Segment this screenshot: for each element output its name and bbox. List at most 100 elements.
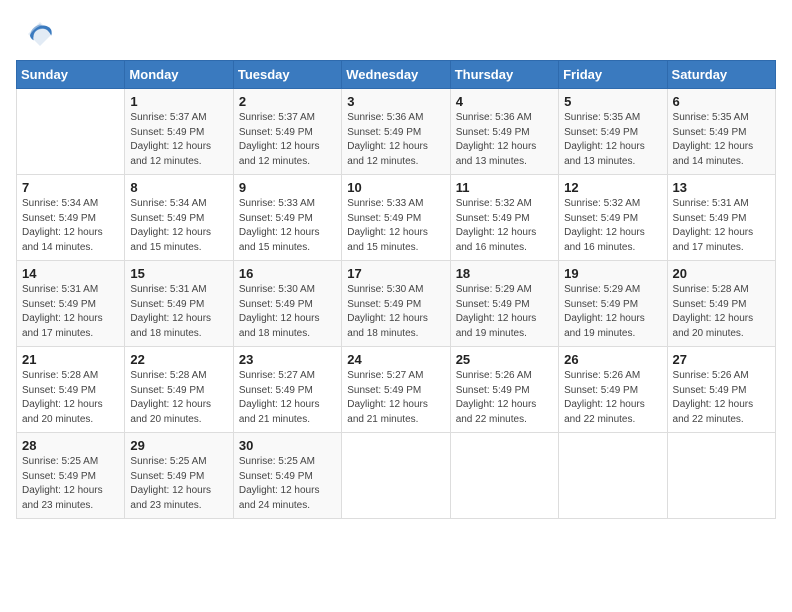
day-info: Sunrise: 5:25 AM Sunset: 5:49 PM Dayligh…: [239, 455, 336, 513]
day-number: 14: [22, 266, 119, 281]
logo-icon: [24, 18, 56, 50]
day-number: 9: [239, 180, 336, 195]
day-number: 3: [347, 94, 444, 109]
day-info: Sunrise: 5:33 AM Sunset: 5:49 PM Dayligh…: [239, 197, 336, 255]
calendar-cell: 22 Sunrise: 5:28 AM Sunset: 5:49 PM Dayli…: [125, 347, 233, 433]
calendar-week-1: 1 Sunrise: 5:37 AM Sunset: 5:49 PM Daylig…: [17, 89, 776, 175]
day-info: Sunrise: 5:28 AM Sunset: 5:49 PM Dayligh…: [673, 283, 770, 341]
day-header-saturday: Saturday: [667, 61, 775, 89]
day-info: Sunrise: 5:34 AM Sunset: 5:49 PM Dayligh…: [22, 197, 119, 255]
day-number: 15: [130, 266, 227, 281]
day-info: Sunrise: 5:26 AM Sunset: 5:49 PM Dayligh…: [673, 369, 770, 427]
day-number: 30: [239, 438, 336, 453]
calendar-cell: 9 Sunrise: 5:33 AM Sunset: 5:49 PM Daylig…: [233, 175, 341, 261]
calendar-cell: [342, 433, 450, 519]
day-info: Sunrise: 5:28 AM Sunset: 5:49 PM Dayligh…: [130, 369, 227, 427]
day-info: Sunrise: 5:32 AM Sunset: 5:49 PM Dayligh…: [564, 197, 661, 255]
day-info: Sunrise: 5:35 AM Sunset: 5:49 PM Dayligh…: [564, 111, 661, 169]
day-header-wednesday: Wednesday: [342, 61, 450, 89]
calendar-cell: 25Sunrise: 5:26 AM Sunset: 5:49 PM Dayli…: [450, 347, 558, 433]
day-info: Sunrise: 5:36 AM Sunset: 5:49 PM Dayligh…: [347, 111, 444, 169]
calendar-cell: 14 Sunrise: 5:31 AM Sunset: 5:49 PM Dayli…: [17, 261, 125, 347]
day-info: Sunrise: 5:31 AM Sunset: 5:49 PM Dayligh…: [130, 283, 227, 341]
day-info: Sunrise: 5:31 AM Sunset: 5:49 PM Dayligh…: [22, 283, 119, 341]
day-info: Sunrise: 5:31 AM Sunset: 5:49 PM Dayligh…: [673, 197, 770, 255]
calendar-cell: 1 Sunrise: 5:37 AM Sunset: 5:49 PM Daylig…: [125, 89, 233, 175]
day-info: Sunrise: 5:37 AM Sunset: 5:49 PM Dayligh…: [239, 111, 336, 169]
calendar-cell: [17, 89, 125, 175]
calendar-cell: 30 Sunrise: 5:25 AM Sunset: 5:49 PM Dayli…: [233, 433, 341, 519]
day-info: Sunrise: 5:37 AM Sunset: 5:49 PM Dayligh…: [130, 111, 227, 169]
calendar-cell: 6 Sunrise: 5:35 AM Sunset: 5:49 PM Daylig…: [667, 89, 775, 175]
calendar-cell: 23 Sunrise: 5:27 AM Sunset: 5:49 PM Dayli…: [233, 347, 341, 433]
calendar-cell: 24 Sunrise: 5:27 AM Sunset: 5:49 PM Dayli…: [342, 347, 450, 433]
calendar-cell: 2 Sunrise: 5:37 AM Sunset: 5:49 PM Daylig…: [233, 89, 341, 175]
day-number: 6: [673, 94, 770, 109]
day-number: 11: [456, 180, 553, 195]
day-number: 13: [673, 180, 770, 195]
calendar-cell: 12 Sunrise: 5:32 AM Sunset: 5:49 PM Dayli…: [559, 175, 667, 261]
day-number: 29: [130, 438, 227, 453]
calendar-cell: 15 Sunrise: 5:31 AM Sunset: 5:49 PM Dayli…: [125, 261, 233, 347]
day-number: 17: [347, 266, 444, 281]
calendar-week-5: 28 Sunrise: 5:25 AM Sunset: 5:49 PM Dayli…: [17, 433, 776, 519]
calendar-cell: 27 Sunrise: 5:26 AM Sunset: 5:49 PM Dayli…: [667, 347, 775, 433]
calendar-cell: 19 Sunrise: 5:29 AM Sunset: 5:49 PM Dayli…: [559, 261, 667, 347]
day-info: Sunrise: 5:32 AM Sunset: 5:49 PM Dayligh…: [456, 197, 553, 255]
day-info: Sunrise: 5:25 AM Sunset: 5:49 PM Dayligh…: [22, 455, 119, 513]
day-number: 26: [564, 352, 661, 367]
day-number: 25: [456, 352, 553, 367]
day-number: 28: [22, 438, 119, 453]
calendar-week-3: 14 Sunrise: 5:31 AM Sunset: 5:49 PM Dayli…: [17, 261, 776, 347]
day-number: 12: [564, 180, 661, 195]
day-number: 22: [130, 352, 227, 367]
calendar-cell: 10Sunrise: 5:33 AM Sunset: 5:49 PM Dayli…: [342, 175, 450, 261]
calendar-cell: 7Sunrise: 5:34 AM Sunset: 5:49 PM Daylig…: [17, 175, 125, 261]
calendar-week-2: 7Sunrise: 5:34 AM Sunset: 5:49 PM Daylig…: [17, 175, 776, 261]
calendar-table: SundayMondayTuesdayWednesdayThursdayFrid…: [16, 60, 776, 519]
day-header-friday: Friday: [559, 61, 667, 89]
day-number: 1: [130, 94, 227, 109]
calendar-cell: [559, 433, 667, 519]
day-number: 20: [673, 266, 770, 281]
day-info: Sunrise: 5:29 AM Sunset: 5:49 PM Dayligh…: [564, 283, 661, 341]
day-number: 4: [456, 94, 553, 109]
day-info: Sunrise: 5:25 AM Sunset: 5:49 PM Dayligh…: [130, 455, 227, 513]
day-number: 16: [239, 266, 336, 281]
day-info: Sunrise: 5:36 AM Sunset: 5:49 PM Dayligh…: [456, 111, 553, 169]
calendar-cell: 18 Sunrise: 5:29 AM Sunset: 5:49 PM Dayli…: [450, 261, 558, 347]
day-number: 27: [673, 352, 770, 367]
calendar-cell: 20 Sunrise: 5:28 AM Sunset: 5:49 PM Dayli…: [667, 261, 775, 347]
day-info: Sunrise: 5:28 AM Sunset: 5:49 PM Dayligh…: [22, 369, 119, 427]
day-number: 19: [564, 266, 661, 281]
day-number: 2: [239, 94, 336, 109]
calendar-cell: 28 Sunrise: 5:25 AM Sunset: 5:49 PM Dayli…: [17, 433, 125, 519]
day-number: 5: [564, 94, 661, 109]
calendar-cell: 3 Sunrise: 5:36 AM Sunset: 5:49 PM Daylig…: [342, 89, 450, 175]
day-info: Sunrise: 5:34 AM Sunset: 5:49 PM Dayligh…: [130, 197, 227, 255]
calendar-body: 1 Sunrise: 5:37 AM Sunset: 5:49 PM Daylig…: [17, 89, 776, 519]
day-info: Sunrise: 5:29 AM Sunset: 5:49 PM Dayligh…: [456, 283, 553, 341]
day-info: Sunrise: 5:33 AM Sunset: 5:49 PM Dayligh…: [347, 197, 444, 255]
day-header-monday: Monday: [125, 61, 233, 89]
calendar-cell: 26 Sunrise: 5:26 AM Sunset: 5:49 PM Dayli…: [559, 347, 667, 433]
page-header: [0, 0, 792, 60]
calendar-cell: 17Sunrise: 5:30 AM Sunset: 5:49 PM Dayli…: [342, 261, 450, 347]
day-header-sunday: Sunday: [17, 61, 125, 89]
calendar-cell: 11 Sunrise: 5:32 AM Sunset: 5:49 PM Dayli…: [450, 175, 558, 261]
day-header-tuesday: Tuesday: [233, 61, 341, 89]
calendar-cell: [450, 433, 558, 519]
calendar-cell: 5 Sunrise: 5:35 AM Sunset: 5:49 PM Daylig…: [559, 89, 667, 175]
day-number: 18: [456, 266, 553, 281]
day-info: Sunrise: 5:27 AM Sunset: 5:49 PM Dayligh…: [239, 369, 336, 427]
day-info: Sunrise: 5:35 AM Sunset: 5:49 PM Dayligh…: [673, 111, 770, 169]
day-info: Sunrise: 5:27 AM Sunset: 5:49 PM Dayligh…: [347, 369, 444, 427]
day-number: 23: [239, 352, 336, 367]
calendar-cell: [667, 433, 775, 519]
day-header-thursday: Thursday: [450, 61, 558, 89]
logo: [24, 18, 60, 50]
day-number: 24: [347, 352, 444, 367]
day-info: Sunrise: 5:26 AM Sunset: 5:49 PM Dayligh…: [564, 369, 661, 427]
calendar-cell: 29 Sunrise: 5:25 AM Sunset: 5:49 PM Dayli…: [125, 433, 233, 519]
calendar-cell: 16Sunrise: 5:30 AM Sunset: 5:49 PM Dayli…: [233, 261, 341, 347]
